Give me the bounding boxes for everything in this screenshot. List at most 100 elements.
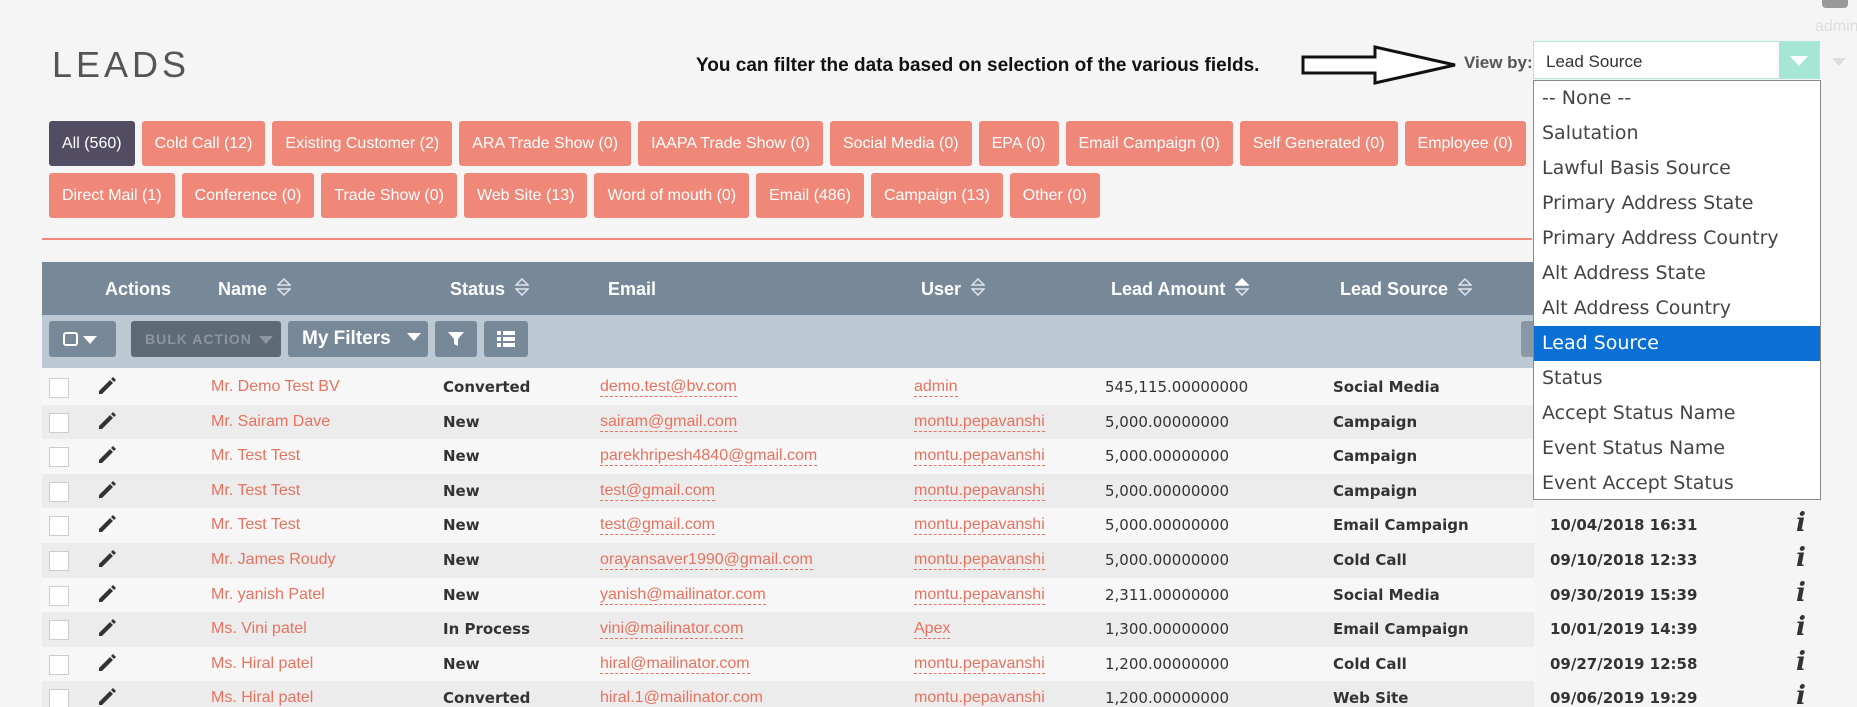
row-checkbox[interactable]: [49, 481, 69, 502]
select-all-button[interactable]: [49, 321, 116, 357]
filter-chip[interactable]: Direct Mail (1): [49, 173, 175, 218]
lead-name-link[interactable]: Mr. Test Test: [211, 447, 300, 465]
assigned-user-link[interactable]: montu.pepavanshi: [914, 586, 1045, 605]
filter-chip[interactable]: Conference (0): [181, 173, 315, 218]
row-checkbox[interactable]: [49, 654, 69, 675]
view-by-option[interactable]: Alt Address Country: [1534, 291, 1820, 326]
lead-name-link[interactable]: Mr. James Roudy: [211, 551, 335, 569]
chevron-down-icon[interactable]: [1832, 58, 1846, 66]
filter-chip[interactable]: EPA (0): [978, 121, 1059, 166]
view-by-option[interactable]: Lead Source: [1534, 326, 1820, 361]
view-by-option[interactable]: Event Accept Status: [1534, 466, 1820, 501]
view-by-option[interactable]: Status: [1534, 361, 1820, 396]
filter-chip[interactable]: ARA Trade Show (0): [459, 121, 632, 166]
lead-name-link[interactable]: Ms. Hiral patel: [211, 689, 313, 707]
lead-email-link[interactable]: test@gmail.com: [600, 516, 715, 536]
filter-chip[interactable]: Trade Show (0): [321, 173, 457, 218]
lead-name-link[interactable]: Mr. Test Test: [211, 516, 300, 534]
view-by-option[interactable]: Event Status Name: [1534, 431, 1820, 466]
view-by-option[interactable]: Primary Address State: [1534, 186, 1820, 221]
assigned-user-link[interactable]: Apex: [914, 620, 951, 640]
sort-icon[interactable]: [1458, 278, 1473, 297]
lead-name-link[interactable]: Mr. Sairam Dave: [211, 413, 330, 431]
filter-chip[interactable]: Existing Customer (2): [272, 121, 453, 166]
filter-chip[interactable]: Campaign (13): [870, 173, 1003, 218]
my-filters-button[interactable]: My Filters: [288, 321, 428, 357]
edit-pencil-icon[interactable]: [96, 512, 118, 539]
info-icon[interactable]: i: [1796, 612, 1806, 642]
lead-email-link[interactable]: yanish@mailinator.com: [600, 586, 766, 605]
edit-pencil-icon[interactable]: [96, 374, 118, 401]
assigned-user-link[interactable]: montu.pepavanshi: [914, 551, 1045, 570]
filter-chip[interactable]: Email (486): [756, 173, 864, 218]
lead-email-link[interactable]: vini@mailinator.com: [600, 620, 744, 640]
row-checkbox[interactable]: [49, 412, 69, 433]
view-by-option[interactable]: Lawful Basis Source: [1534, 151, 1820, 186]
column-header-status[interactable]: Status: [450, 278, 530, 300]
lead-email-link[interactable]: hiral.1@mailinator.com: [600, 689, 763, 707]
row-checkbox[interactable]: [49, 516, 69, 537]
row-checkbox[interactable]: [49, 378, 69, 398]
info-icon[interactable]: i: [1796, 681, 1806, 707]
filter-chip[interactable]: Email Campaign (0): [1065, 121, 1233, 166]
filter-chip[interactable]: Other (0): [1009, 173, 1100, 218]
filter-chip[interactable]: Self Generated (0): [1239, 121, 1398, 166]
info-icon[interactable]: i: [1796, 578, 1806, 608]
lead-email-link[interactable]: parekhripesh4840@gmail.com: [600, 447, 818, 467]
column-header-name[interactable]: Name: [218, 278, 292, 300]
info-icon[interactable]: i: [1796, 543, 1806, 573]
row-checkbox[interactable]: [49, 550, 69, 571]
assigned-user-link[interactable]: montu.pepavanshi: [914, 689, 1045, 707]
assigned-user-link[interactable]: montu.pepavanshi: [914, 413, 1045, 432]
sort-icon[interactable]: [971, 278, 986, 297]
filter-chip[interactable]: IAAPA Trade Show (0): [638, 121, 823, 166]
view-by-option[interactable]: Alt Address State: [1534, 256, 1820, 291]
lead-name-link[interactable]: Mr. Demo Test BV: [211, 378, 340, 396]
lead-email-link[interactable]: orayansaver1990@gmail.com: [600, 551, 813, 570]
view-by-dropdown-button[interactable]: [1779, 42, 1819, 78]
assigned-user-link[interactable]: montu.pepavanshi: [914, 482, 1045, 501]
column-header-lead-amount[interactable]: Lead Amount: [1111, 278, 1250, 300]
edit-pencil-icon[interactable]: [96, 443, 118, 470]
edit-pencil-icon[interactable]: [96, 582, 118, 609]
edit-pencil-icon[interactable]: [96, 478, 118, 505]
filter-chip[interactable]: All (560): [49, 121, 135, 166]
row-checkbox[interactable]: [49, 447, 69, 468]
row-checkbox[interactable]: [49, 585, 69, 606]
assigned-user-link[interactable]: montu.pepavanshi: [914, 516, 1045, 536]
view-by-option[interactable]: Salutation: [1534, 116, 1820, 151]
view-by-select[interactable]: Lead Source: [1533, 41, 1820, 79]
column-header-lead-source[interactable]: Lead Source: [1340, 278, 1473, 300]
lead-name-link[interactable]: Ms. Hiral patel: [211, 655, 313, 673]
column-header-user[interactable]: User: [921, 278, 986, 300]
lead-name-link[interactable]: Mr. yanish Patel: [211, 586, 325, 604]
filter-chip[interactable]: Word of mouth (0): [594, 173, 750, 218]
filter-chip[interactable]: Social Media (0): [829, 121, 972, 166]
filter-chip[interactable]: Web Site (13): [463, 173, 588, 218]
bulk-action-button[interactable]: BULK ACTION: [131, 321, 281, 357]
edit-pencil-icon[interactable]: [96, 547, 118, 574]
edit-pencil-icon[interactable]: [96, 616, 118, 643]
filter-button[interactable]: [435, 321, 477, 357]
sort-icon[interactable]: [1235, 278, 1250, 297]
edit-pencil-icon[interactable]: [96, 685, 118, 707]
info-icon[interactable]: i: [1796, 508, 1806, 538]
filter-chip[interactable]: Employee (0): [1404, 121, 1526, 166]
filter-chip[interactable]: Cold Call (12): [141, 121, 266, 166]
lead-email-link[interactable]: test@gmail.com: [600, 482, 715, 501]
assigned-user-link[interactable]: admin: [914, 378, 958, 397]
assigned-user-link[interactable]: montu.pepavanshi: [914, 447, 1045, 467]
info-icon[interactable]: i: [1796, 647, 1806, 677]
lead-email-link[interactable]: hiral@mailinator.com: [600, 655, 750, 674]
lead-email-link[interactable]: sairam@gmail.com: [600, 413, 738, 432]
lead-name-link[interactable]: Mr. Test Test: [211, 482, 300, 500]
sort-icon[interactable]: [277, 278, 292, 297]
view-by-option[interactable]: Accept Status Name: [1534, 396, 1820, 431]
view-by-option[interactable]: Primary Address Country: [1534, 221, 1820, 256]
column-chooser-button[interactable]: [484, 321, 528, 357]
assigned-user-link[interactable]: montu.pepavanshi: [914, 655, 1045, 674]
lead-name-link[interactable]: Ms. Vini patel: [211, 620, 307, 638]
row-checkbox[interactable]: [49, 689, 69, 707]
scrollbar-thumb[interactable]: [1822, 0, 1848, 8]
admin-menu-label[interactable]: admin: [1815, 18, 1857, 36]
